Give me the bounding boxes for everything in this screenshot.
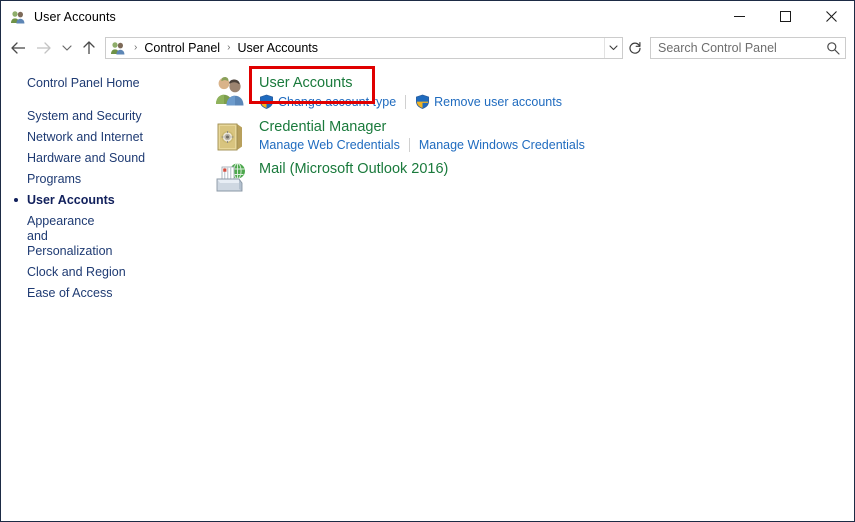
link-manage-web-credentials[interactable]: Manage Web Credentials: [259, 138, 400, 152]
link-label: Change account type: [278, 94, 397, 109]
link-separator: [408, 138, 410, 152]
up-arrow-icon[interactable]: [77, 35, 101, 61]
search-box[interactable]: [650, 36, 846, 59]
category-body: User Accounts Change account type Remove…: [259, 71, 562, 109]
sidebar-item-control-panel-home[interactable]: Control Panel Home: [1, 74, 205, 92]
navigation-bar: › Control Panel › User Accounts: [1, 32, 854, 63]
back-arrow-icon[interactable]: [5, 35, 31, 61]
link-manage-windows-credentials[interactable]: Manage Windows Credentials: [419, 138, 585, 152]
maximize-button[interactable]: [762, 1, 808, 32]
category-body: Mail (Microsoft Outlook 2016): [259, 157, 448, 179]
main-panel: User Accounts Change account type Remove…: [205, 63, 854, 521]
control-panel-user-icon: [110, 40, 126, 56]
uac-shield-icon: [259, 94, 274, 109]
address-bar[interactable]: › Control Panel › User Accounts: [105, 36, 623, 59]
category-title-user-accounts[interactable]: User Accounts: [259, 73, 353, 93]
control-panel-window: User Accounts › Control Panel › User Acc…: [0, 0, 855, 522]
sidebar-item-programs[interactable]: Programs: [1, 169, 205, 190]
category-mail: Mail (Microsoft Outlook 2016): [205, 157, 854, 194]
mail-icon[interactable]: [213, 160, 247, 194]
title-bar: User Accounts: [1, 1, 854, 32]
sidebar-item-user-accounts[interactable]: User Accounts: [1, 190, 205, 211]
credential-vault-icon[interactable]: [213, 118, 247, 152]
category-links: Manage Web Credentials Manage Windows Cr…: [259, 138, 585, 152]
content-area: Control Panel Home System and Security N…: [1, 63, 854, 521]
link-separator: [405, 94, 407, 109]
breadcrumb-separator: ›: [134, 42, 138, 53]
sidebar-item-ease-of-access[interactable]: Ease of Access: [1, 283, 205, 304]
address-chevron-down-icon[interactable]: [604, 37, 622, 58]
window-title: User Accounts: [34, 9, 116, 24]
category-title-credential-manager[interactable]: Credential Manager: [259, 117, 386, 137]
forward-arrow-icon: [31, 35, 57, 61]
refresh-icon[interactable]: [623, 37, 647, 59]
breadcrumb-item-control-panel[interactable]: Control Panel: [142, 41, 222, 55]
uac-shield-icon: [415, 94, 430, 109]
sidebar-item-system-and-security[interactable]: System and Security: [1, 106, 205, 127]
category-body: Credential Manager Manage Web Credential…: [259, 115, 585, 152]
user-accounts-icon: [10, 9, 26, 25]
sidebar-item-clock-and-region[interactable]: Clock and Region: [1, 262, 205, 283]
minimize-button[interactable]: [716, 1, 762, 32]
sidebar-item-appearance-and-personalization[interactable]: Appearance and Personalization: [1, 211, 113, 262]
breadcrumb-item-user-accounts[interactable]: User Accounts: [235, 41, 320, 55]
link-remove-user-accounts[interactable]: Remove user accounts: [415, 94, 562, 109]
link-label: Remove user accounts: [434, 94, 562, 109]
link-label: Manage Windows Credentials: [418, 138, 585, 152]
link-change-account-type[interactable]: Change account type: [259, 94, 396, 109]
sidebar: Control Panel Home System and Security N…: [1, 63, 205, 521]
search-icon[interactable]: [821, 38, 845, 58]
search-input[interactable]: [651, 40, 821, 55]
category-credential-manager: Credential Manager Manage Web Credential…: [205, 115, 854, 152]
category-title-mail[interactable]: Mail (Microsoft Outlook 2016): [259, 159, 448, 179]
close-button[interactable]: [808, 1, 854, 32]
recent-locations-chevron-down-icon[interactable]: [57, 35, 77, 61]
category-user-accounts: User Accounts Change account type Remove…: [205, 71, 854, 109]
user-accounts-icon[interactable]: [213, 74, 247, 108]
window-controls: [716, 1, 854, 32]
sidebar-item-network-and-internet[interactable]: Network and Internet: [1, 127, 205, 148]
link-label: Manage Web Credentials: [259, 138, 400, 152]
sidebar-item-hardware-and-sound[interactable]: Hardware and Sound: [1, 148, 205, 169]
category-links: Change account type Remove user accounts: [259, 94, 562, 109]
breadcrumb-separator: ›: [227, 42, 231, 53]
